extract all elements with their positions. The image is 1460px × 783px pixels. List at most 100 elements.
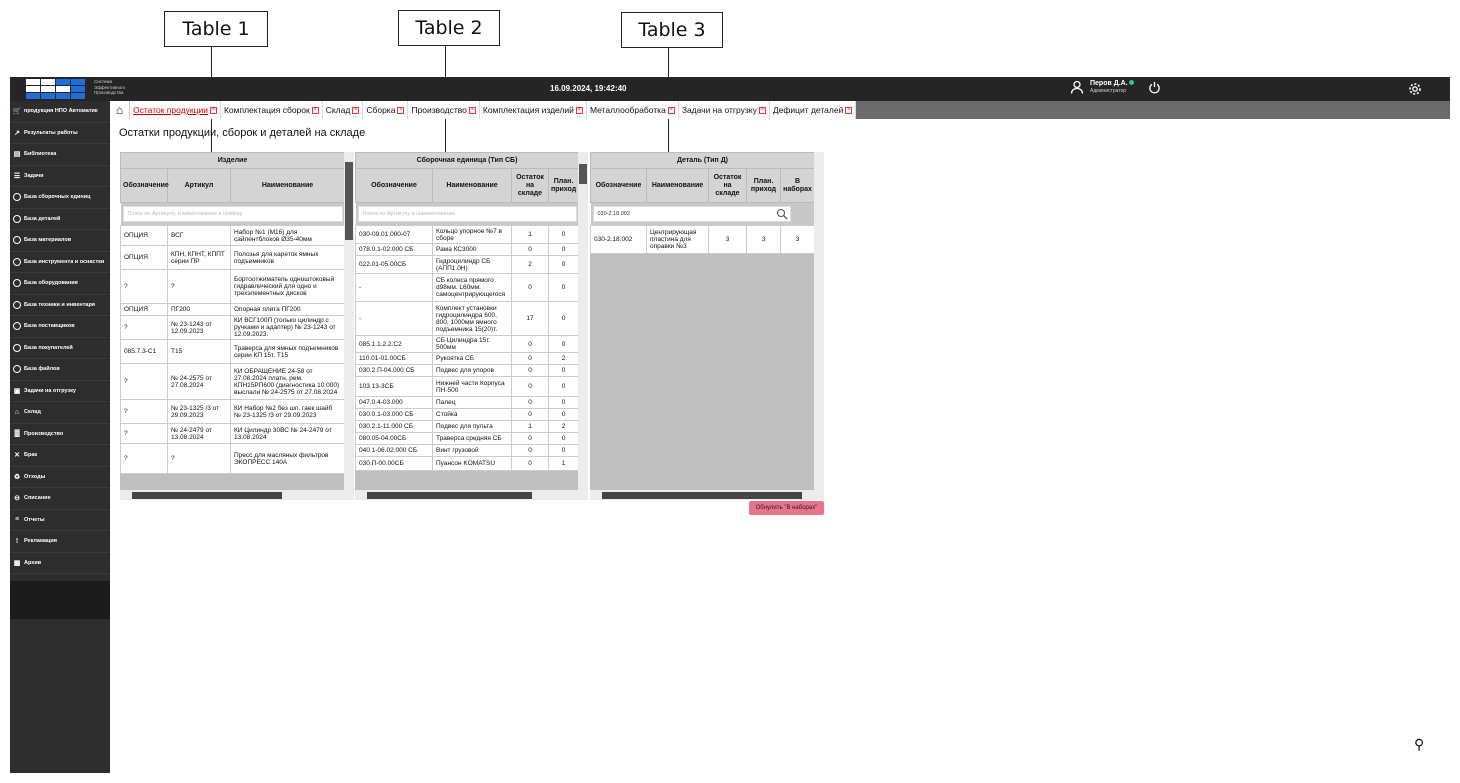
table-row[interactable]: 022.01-05.00СБ Гидроцилиндр СБ (АПП1.0Н) 2… (355, 255, 580, 274)
sidebar-item[interactable]: База оборудования (10, 273, 110, 295)
table-row[interactable]: ОПЦИЯ ВСГ Набор №1 (М16) для сайлентблоков… (120, 225, 345, 246)
sidebar-item[interactable]: ▦ Архив (10, 553, 110, 574)
table-row[interactable]: 085.1.1.2.2.С2 СБ Цилиндра 15т. 500мм 0 0 (355, 335, 580, 353)
sidebar-item[interactable]: ✕ Брак (10, 445, 110, 467)
sidebar-item[interactable]: База поставщиков (10, 316, 110, 338)
chat-icon[interactable]: ⚲ (1414, 736, 1424, 753)
table-row[interactable]: 078.0.1-02.000 СБ Рама КС3000 0 0 (355, 243, 580, 256)
table-row[interactable]: - Комплект установки гидроцилиндра 600, 8… (355, 301, 580, 336)
table-row[interactable]: ? № 24-2575 от 27.08.2024 КИ ОБРАЩЕНИЕ 24-… (120, 363, 345, 400)
sidebar-item[interactable]: ⌂ Склад (10, 402, 110, 424)
table-cell: 085.1.1.2.2.С2 (355, 335, 433, 353)
table-2-horizontal-scrollbar[interactable] (355, 490, 578, 500)
table-row[interactable]: 030-09.01.000-07 Кольцо упорное №7 в сбор… (355, 225, 580, 244)
sidebar-item[interactable]: База сборочных единиц (10, 187, 110, 209)
table-2-search-input[interactable]: Поиск по Артикулу и Наименованию (357, 206, 577, 222)
sidebar-item[interactable]: ! Рекламация (10, 531, 110, 553)
sidebar-item[interactable]: ≡ Отчеты (10, 510, 110, 531)
table-row[interactable]: ОПЦИЯ ПГ200 Опорная плита ПГ200 (120, 303, 345, 316)
close-tab-icon[interactable]: × (667, 106, 675, 114)
table-row[interactable]: 103.13-3СБ Нижней части Корпуса ПН-500 0 0 (355, 376, 580, 397)
home-icon[interactable]: ⌂ (110, 101, 130, 119)
sidebar-item[interactable]: База деталей (10, 209, 110, 230)
table-row[interactable]: ? № 23-1325 /3 от 29.09.2023 КИ Набор №2 б… (120, 399, 345, 424)
sidebar-item[interactable]: База инструмента и оснастки (10, 252, 110, 273)
tab[interactable]: Остаток продукции × (130, 101, 221, 119)
user-menu[interactable]: Перов Д.А. Администратор (1070, 80, 1161, 94)
sidebar-item[interactable]: ▣ Задачи на отгрузку (10, 381, 110, 402)
column-header[interactable]: Артикул (167, 168, 231, 203)
table-3-search-input[interactable]: 030-2.18.002 (592, 206, 791, 222)
column-header[interactable]: В наборах (779, 168, 816, 203)
column-header[interactable]: План. приход (547, 168, 580, 203)
column-header[interactable]: Обозначение (590, 168, 647, 203)
table-row[interactable]: ? № 24-2479 от 13.08.2024 КИ Цилиндр 30ВС … (120, 423, 345, 444)
column-header[interactable]: Остаток на складе (511, 168, 549, 203)
table-3-horizontal-scrollbar[interactable] (590, 490, 814, 500)
table-3-vertical-scrollbar[interactable] (814, 152, 824, 500)
tab[interactable]: Задачи на отгрузку × (679, 101, 770, 119)
settings-gear-icon[interactable] (1408, 82, 1422, 96)
table-cell: ? (120, 269, 168, 304)
app-logo[interactable] (26, 79, 85, 99)
table-row[interactable]: 030.П-00.00СБ Пуансон KOMATSU 0 1 (355, 456, 580, 471)
sidebar-item[interactable]: База покупателей (10, 338, 110, 359)
table-row[interactable]: 047.0.4-03.000 Палец 0 0 (355, 396, 580, 409)
tab[interactable]: Сборка × (363, 101, 409, 119)
tab[interactable]: Склад × (323, 101, 364, 119)
sidebar-item[interactable]: База техники и инвентаря (10, 295, 110, 316)
column-header[interactable]: Остаток на складе (708, 168, 747, 203)
column-header[interactable]: Наименование (432, 168, 512, 203)
table-row[interactable]: ?? Пресс для масляных фильтров ЭКОПРЕСС 1… (120, 443, 345, 474)
close-tab-icon[interactable]: × (397, 106, 405, 114)
user-name: Перов Д.А. (1090, 80, 1128, 87)
table-row[interactable]: ? № 23-1243 от 12.09.2023 КИ ВСГ100П (толь… (120, 315, 345, 340)
sidebar-item[interactable]: 🛒 продукция НПО Автоматик (10, 101, 110, 123)
close-tab-icon[interactable]: × (575, 106, 583, 114)
table-row[interactable]: ОПЦИЯ КПН, КПНТ, КППТ серии ПР Полозья для… (120, 245, 345, 270)
tab[interactable]: Производство × (408, 101, 480, 119)
search-icon[interactable] (776, 208, 788, 220)
table-row[interactable]: 030.2.1-11.000 СБ Подвес для пульта 1 2 (355, 420, 580, 433)
table-row[interactable]: 040.1-06.02.000 СБ Винт грузовой 0 0 (355, 444, 580, 457)
table-1-vertical-scrollbar[interactable] (344, 152, 354, 500)
tab[interactable]: Дефицит деталей × (770, 101, 857, 119)
table-cell: 1 (547, 456, 580, 471)
table-row[interactable]: 030-2.18.002 Центрирующая пластина для оп… (590, 225, 816, 254)
column-header[interactable]: Обозначение (120, 168, 169, 203)
tab[interactable]: Комплектация изделий × (480, 101, 587, 119)
table-row[interactable]: 110.01-01.00СБ Рукоятка СБ 0 2 (355, 352, 580, 365)
column-header[interactable]: Обозначение (355, 168, 433, 203)
sidebar-item[interactable]: ↗ Результаты работы (10, 123, 110, 144)
sidebar-item[interactable]: База материалов (10, 230, 110, 252)
power-icon[interactable] (1148, 81, 1161, 94)
close-tab-icon[interactable]: × (311, 106, 319, 114)
close-tab-icon[interactable]: × (758, 106, 766, 114)
sidebar-item[interactable]: ⊖ Списание (10, 488, 110, 510)
table-row[interactable]: 080.05-04.00СБ Траверса средняя СБ 0 0 (355, 432, 580, 445)
close-tab-icon[interactable]: × (468, 106, 476, 114)
column-header[interactable]: План. приход (746, 168, 781, 203)
table-row[interactable]: 030.2.П-04.000 СБ Подвес для упоров 0 0 (355, 364, 580, 377)
sidebar-item[interactable]: ☰ Задачи (10, 166, 110, 187)
table-1-search-input[interactable]: Поиск по Артикулу, Наименованию и Номеру (122, 206, 343, 222)
close-tab-icon[interactable]: × (209, 106, 217, 114)
table-1-horizontal-scrollbar[interactable] (120, 490, 344, 500)
column-header[interactable]: Наименование (230, 168, 345, 203)
tab[interactable]: Металлообработка × (587, 101, 679, 119)
table-cell: ОПЦИЯ (120, 303, 168, 316)
table-row[interactable]: 085.7.3-С1 Т15 Траверса для ямных подъемни… (120, 339, 345, 364)
table-row[interactable]: 030.0.1-03.000 СБ Стойка 0 0 (355, 408, 580, 421)
sidebar-item[interactable]: База файлов (10, 359, 110, 381)
sidebar-item[interactable]: ▤ Библиотека (10, 144, 110, 166)
reset-in-sets-button[interactable]: Обнулить "В наборах" (749, 501, 824, 515)
table-row[interactable]: ?? Бортоотжиматель одноштоковый гидравлич… (120, 269, 345, 304)
close-tab-icon[interactable]: × (845, 106, 853, 114)
close-tab-icon[interactable]: × (352, 106, 360, 114)
column-header[interactable]: Наименование (646, 168, 709, 203)
tab[interactable]: Комплектация сборок × (221, 101, 323, 119)
sidebar-item[interactable]: ♻ Отходы (10, 467, 110, 488)
table-2-vertical-scrollbar[interactable] (578, 152, 588, 500)
table-row[interactable]: - СБ колеса прямого d98мм. L60мм. самоцен… (355, 273, 580, 302)
sidebar-item[interactable]: ▓ Производство (10, 424, 110, 445)
